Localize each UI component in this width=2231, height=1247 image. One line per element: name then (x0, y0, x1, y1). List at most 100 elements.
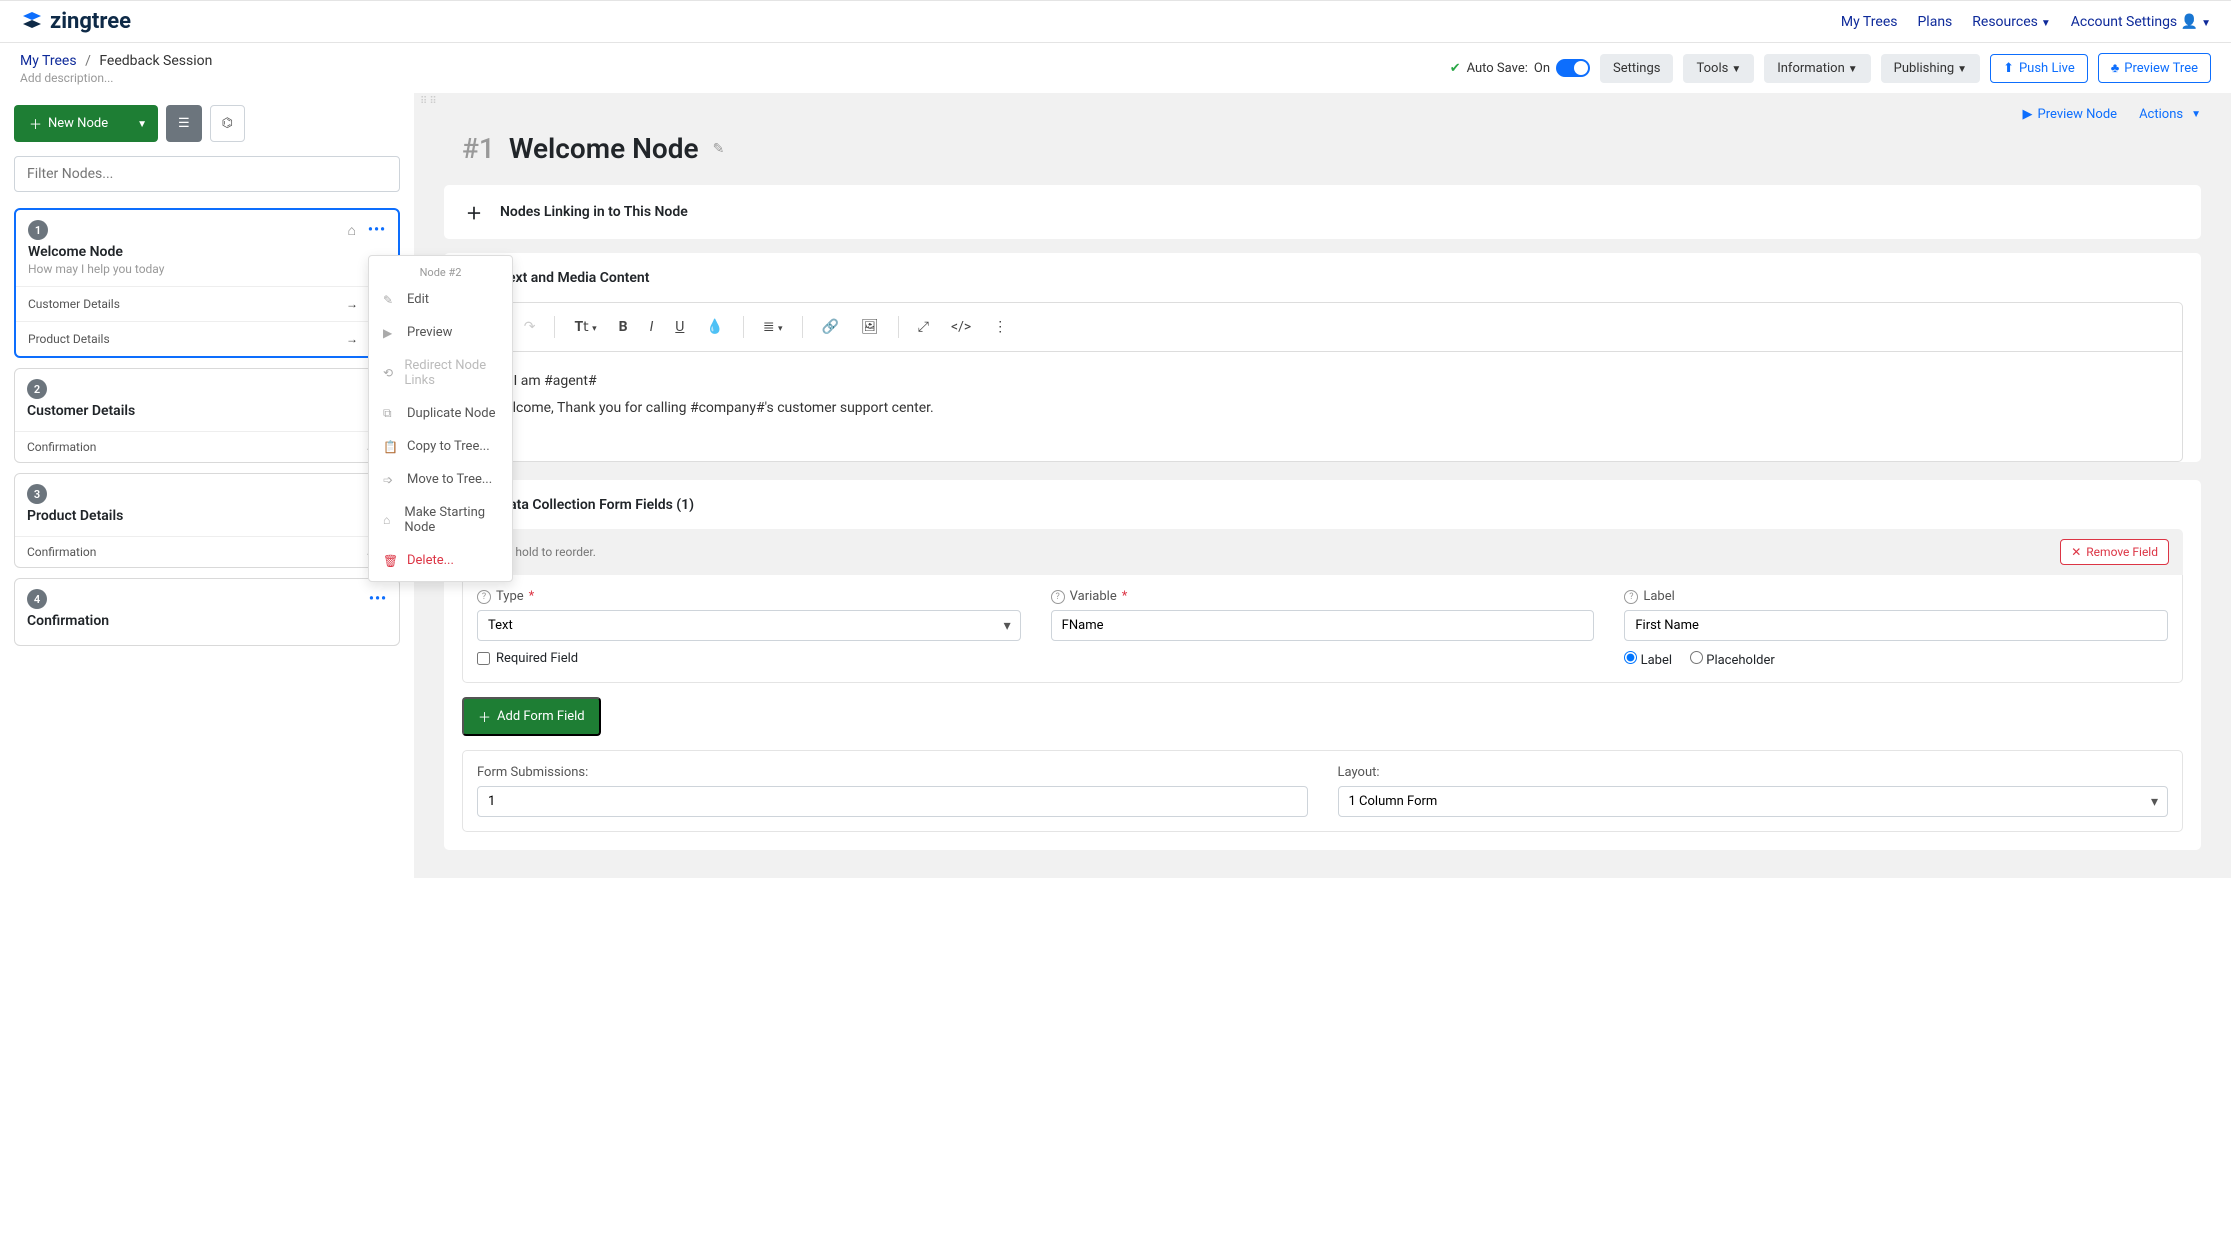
help-icon[interactable]: ? (477, 590, 491, 604)
editor-toolbar: ↶ ↷ T𝗍 ▾ B I U 💧 ≣ ▾ 🔗 🖼 ⤢ </> ⋮ (462, 302, 2183, 352)
submissions-input[interactable] (477, 786, 1308, 817)
editor-content[interactable]: Hi! I am #agent# Welcome, Thank you for … (462, 352, 2183, 462)
label-radio[interactable]: Label (1624, 651, 1672, 668)
redo-button[interactable]: ↷ (515, 313, 545, 341)
nav-mytrees[interactable]: My Trees (1841, 14, 1898, 30)
brand-logo[interactable]: zingtree (20, 9, 131, 34)
code-button[interactable]: </> (942, 313, 980, 341)
list-button[interactable]: ≣ ▾ (754, 313, 792, 341)
text-style-button[interactable]: T𝗍 ▾ (565, 313, 605, 341)
upload-icon: ⬆ (2003, 61, 2014, 76)
home-icon: ⌂ (347, 222, 355, 239)
content-area: ⠿⠿ ▶Preview Node Actions▼ #1 Welcome Nod… (414, 93, 2231, 878)
publishing-button[interactable]: Publishing▼ (1881, 54, 1980, 83)
remove-field-button[interactable]: ✕Remove Field (2060, 539, 2169, 565)
tree-icon: ♣ (2111, 60, 2120, 76)
node-link[interactable]: Product Details→3 (16, 321, 398, 356)
tools-button[interactable]: Tools▼ (1683, 54, 1754, 83)
panel-text-media: —Text and Media Content ↶ ↷ T𝗍 ▾ B I U 💧… (444, 253, 2201, 462)
actions-dropdown[interactable]: Actions▼ (2139, 107, 2201, 122)
nav-account[interactable]: Account Settings 👤▼ (2071, 14, 2211, 30)
nav-plans[interactable]: Plans (1917, 14, 1952, 30)
new-node-button[interactable]: ＋New Node (14, 105, 123, 142)
arrow-right-icon: → (346, 297, 358, 311)
edit-title-icon[interactable]: ✎ (713, 141, 725, 157)
field-type-select[interactable]: Text (477, 610, 1021, 641)
layout-label: Layout: (1338, 765, 2169, 780)
node-card-3[interactable]: 3 ••• Product Details Confirmation→ (14, 473, 400, 568)
settings-button[interactable]: Settings (1600, 54, 1673, 83)
information-button[interactable]: Information▼ (1764, 54, 1870, 83)
required-checkbox[interactable]: Required Field (477, 651, 1021, 666)
redirect-icon: ⟲ (383, 366, 394, 380)
check-icon: ✔ (1450, 61, 1461, 76)
breadcrumb-root[interactable]: My Trees (20, 53, 77, 69)
preview-node-button[interactable]: ▶Preview Node (2023, 107, 2118, 122)
brand-text: zingtree (50, 9, 131, 34)
node-context-menu: Node #2 ✎Edit ▶Preview ⟲Redirect Node Li… (368, 255, 513, 582)
fullscreen-button[interactable]: ⤢ (909, 313, 938, 341)
add-form-field-button[interactable]: ＋Add Form Field (462, 697, 601, 736)
bold-button[interactable]: B (610, 313, 637, 341)
underline-button[interactable]: U (666, 313, 693, 341)
menu-preview[interactable]: ▶Preview (369, 316, 512, 349)
preview-tree-button[interactable]: ♣Preview Tree (2098, 53, 2211, 83)
push-live-button[interactable]: ⬆Push Live (1990, 54, 2088, 83)
play-icon: ▶ (383, 326, 397, 340)
help-icon[interactable]: ? (1624, 590, 1638, 604)
panel-header[interactable]: —Data Collection Form Fields (1) (444, 480, 2201, 529)
node-menu-button[interactable]: ••• (368, 222, 386, 239)
italic-button[interactable]: I (641, 313, 663, 341)
caret-down-icon: ▼ (137, 119, 147, 130)
clipboard-icon: 📋 (383, 440, 397, 454)
link-button[interactable]: 🔗 (813, 313, 848, 341)
copy-icon: ⧉ (383, 406, 397, 421)
caret-down-icon: ▼ (2041, 18, 2051, 29)
panel-header[interactable]: —Text and Media Content (444, 253, 2201, 302)
menu-move-to-tree[interactable]: ➩Move to Tree... (369, 463, 512, 496)
node-number: 3 (27, 484, 47, 504)
node-card-4[interactable]: 4 ••• Confirmation (14, 578, 400, 646)
node-id: #1 (462, 132, 495, 165)
context-menu-title: Node #2 (369, 260, 512, 283)
node-link[interactable]: Customer Details→2 (16, 286, 398, 321)
layout-select[interactable]: 1 Column Form (1338, 786, 2169, 817)
node-card-2[interactable]: 2 ••• Customer Details Confirmation→ (14, 368, 400, 463)
panel-linking-nodes: ＋Nodes Linking in to This Node (444, 185, 2201, 239)
menu-duplicate[interactable]: ⧉Duplicate Node (369, 397, 512, 430)
label-input[interactable] (1624, 610, 2168, 641)
submissions-label: Form Submissions: (477, 765, 1308, 780)
tree-description[interactable]: Add description... (20, 71, 212, 85)
node-menu-button[interactable]: ••• (369, 591, 387, 607)
menu-edit[interactable]: ✎Edit (369, 283, 512, 316)
node-link[interactable]: Confirmation→ (15, 536, 399, 567)
node-subtitle: How may I help you today (16, 262, 398, 286)
help-icon[interactable]: ? (1051, 590, 1065, 604)
filter-nodes-input[interactable] (14, 156, 400, 192)
expand-icon: ＋ (466, 200, 480, 224)
tree-view-button[interactable]: ⌬ (210, 105, 245, 142)
color-button[interactable]: 💧 (697, 313, 732, 341)
nav-resources[interactable]: Resources▼ (1972, 14, 2050, 30)
drag-handle-icon[interactable]: ⠿⠿ (420, 99, 439, 104)
new-node-dropdown[interactable]: ▼ (123, 105, 158, 142)
list-view-button[interactable]: ☰ (166, 105, 202, 142)
autosave-toggle[interactable] (1556, 59, 1590, 77)
node-card-1[interactable]: 1 ⌂ ••• Welcome Node How may I help you … (14, 208, 400, 358)
menu-make-starting[interactable]: ⌂Make Starting Node (369, 496, 512, 544)
image-button[interactable]: 🖼 (852, 313, 888, 341)
node-link[interactable]: Confirmation→ (15, 431, 399, 462)
node-title: Confirmation (15, 609, 399, 631)
more-button[interactable]: ⋮ (984, 313, 1016, 341)
node-number: 4 (27, 589, 47, 609)
menu-delete[interactable]: 🗑Delete... (369, 544, 512, 577)
variable-input[interactable] (1051, 610, 1595, 641)
placeholder-radio[interactable]: Placeholder (1690, 651, 1775, 668)
page-title: Welcome Node (509, 132, 699, 165)
menu-copy-to-tree[interactable]: 📋Copy to Tree... (369, 430, 512, 463)
panel-form-fields: —Data Collection Form Fields (1) Click &… (444, 480, 2201, 850)
logo-icon (20, 10, 44, 34)
plus-icon: ＋ (478, 707, 491, 726)
node-number: 1 (28, 220, 48, 240)
panel-header[interactable]: ＋Nodes Linking in to This Node (444, 185, 2201, 239)
